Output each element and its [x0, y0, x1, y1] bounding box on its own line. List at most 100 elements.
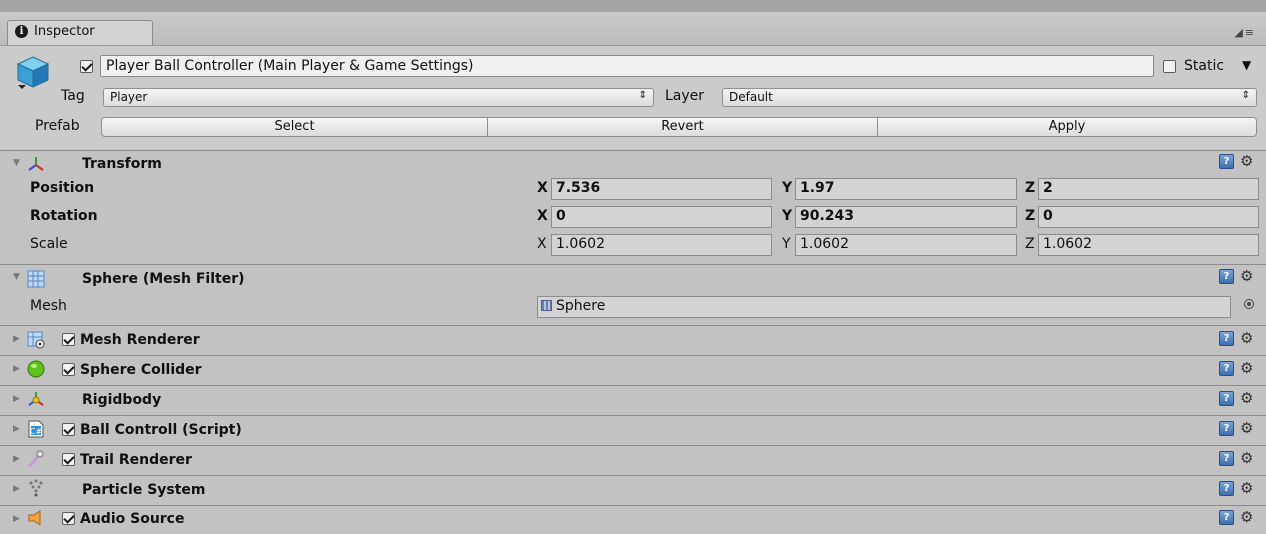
rotation-label: Rotation: [30, 208, 98, 224]
prefab-select-button[interactable]: Select: [101, 117, 488, 137]
foldout-expanded-icon[interactable]: ▼: [13, 158, 20, 168]
gear-icon[interactable]: ⚙: [1240, 451, 1253, 466]
component-enabled-checkbox[interactable]: [62, 333, 75, 346]
tag-label: Tag: [61, 88, 85, 104]
tab-strip: [0, 12, 1266, 46]
help-icon[interactable]: ?: [1219, 481, 1234, 496]
position-label: Position: [30, 180, 95, 196]
mesh-filter-icon: [27, 270, 45, 288]
component-particle-system[interactable]: ▶ Particle System ? ⚙: [0, 476, 1266, 504]
prefab-label: Prefab: [35, 118, 80, 134]
component-ball-controll-script[interactable]: ▶ C# Ball Controll (Script) ? ⚙: [0, 416, 1266, 444]
foldout-expanded-icon[interactable]: ▼: [13, 272, 20, 282]
mesh-label: Mesh: [30, 298, 67, 314]
position-x-field[interactable]: 7.536: [551, 178, 772, 200]
mesh-renderer-icon: [27, 331, 45, 349]
help-icon[interactable]: ?: [1219, 269, 1234, 284]
gear-icon[interactable]: ⚙: [1240, 421, 1253, 436]
component-title: Trail Renderer: [80, 452, 192, 468]
active-checkbox[interactable]: [80, 60, 93, 73]
component-transform[interactable]: ▼ Transform ? ⚙: [0, 151, 1266, 179]
component-title: Particle System: [82, 482, 206, 498]
help-icon[interactable]: ?: [1219, 510, 1234, 525]
tag-dropdown[interactable]: Player ⇕: [103, 88, 654, 107]
position-y-field[interactable]: 1.97: [795, 178, 1017, 200]
object-name-field[interactable]: Player Ball Controller (Main Player & Ga…: [100, 55, 1154, 77]
gameobject-cube-icon: [16, 56, 50, 89]
rotation-x-field[interactable]: 0: [551, 206, 772, 228]
component-rigidbody[interactable]: ▶ Rigidbody ? ⚙: [0, 386, 1266, 414]
component-trail-renderer[interactable]: ▶ Trail Renderer ? ⚙: [0, 446, 1266, 474]
foldout-collapsed-icon[interactable]: ▶: [13, 484, 20, 494]
static-dropdown-icon[interactable]: ▼: [1242, 58, 1251, 72]
component-mesh-renderer[interactable]: ▶ Mesh Renderer ? ⚙: [0, 326, 1266, 354]
axis-y-label[interactable]: Y: [782, 236, 791, 252]
particle-system-icon: [29, 479, 43, 497]
axis-y-label[interactable]: Y: [782, 180, 792, 196]
axis-x-label[interactable]: X: [537, 180, 548, 196]
foldout-collapsed-icon[interactable]: ▶: [13, 334, 20, 344]
trail-renderer-icon: [28, 450, 44, 468]
gear-icon[interactable]: ⚙: [1240, 269, 1253, 284]
component-title: Sphere (Mesh Filter): [82, 271, 245, 287]
rotation-y-field[interactable]: 90.243: [795, 206, 1017, 228]
static-checkbox[interactable]: [1163, 60, 1176, 73]
layer-label: Layer: [665, 88, 705, 104]
gear-icon[interactable]: ⚙: [1240, 391, 1253, 406]
sphere-collider-icon: [27, 360, 45, 378]
help-icon[interactable]: ?: [1219, 451, 1234, 466]
svg-text:C#: C#: [30, 427, 43, 436]
rotation-z-field[interactable]: 0: [1038, 206, 1259, 228]
component-title: Sphere Collider: [80, 362, 202, 378]
gear-icon[interactable]: ⚙: [1240, 361, 1253, 376]
help-icon[interactable]: ?: [1219, 391, 1234, 406]
component-sphere-collider[interactable]: ▶ Sphere Collider ? ⚙: [0, 356, 1266, 384]
gear-icon[interactable]: ⚙: [1240, 510, 1253, 525]
dropdown-arrows-icon: ⇕: [638, 90, 647, 101]
component-enabled-checkbox[interactable]: [62, 512, 75, 525]
foldout-collapsed-icon[interactable]: ▶: [13, 514, 20, 524]
gear-icon[interactable]: ⚙: [1240, 154, 1253, 169]
axis-z-label[interactable]: Z: [1025, 180, 1035, 196]
foldout-collapsed-icon[interactable]: ▶: [13, 454, 20, 464]
prefab-apply-button[interactable]: Apply: [877, 117, 1257, 137]
axis-x-label[interactable]: X: [537, 236, 547, 252]
help-icon[interactable]: ?: [1219, 331, 1234, 346]
tab-inspector[interactable]: i Inspector: [7, 20, 153, 45]
component-enabled-checkbox[interactable]: [62, 453, 75, 466]
tag-value: Player: [110, 90, 148, 104]
component-enabled-checkbox[interactable]: [62, 363, 75, 376]
gear-icon[interactable]: ⚙: [1240, 331, 1253, 346]
transform-icon: [28, 157, 44, 171]
help-icon[interactable]: ?: [1219, 361, 1234, 376]
position-z-field[interactable]: 2: [1038, 178, 1259, 200]
gear-icon[interactable]: ⚙: [1240, 481, 1253, 496]
mesh-object-field[interactable]: Sphere: [537, 296, 1231, 318]
scale-z-field[interactable]: 1.0602: [1038, 234, 1259, 256]
component-title: Audio Source: [80, 511, 185, 527]
foldout-collapsed-icon[interactable]: ▶: [13, 364, 20, 374]
scale-y-field[interactable]: 1.0602: [795, 234, 1017, 256]
scale-x-field[interactable]: 1.0602: [551, 234, 772, 256]
axis-z-label[interactable]: Z: [1025, 236, 1035, 252]
help-icon[interactable]: ?: [1219, 154, 1234, 169]
static-label: Static: [1184, 58, 1225, 74]
component-title: Rigidbody: [82, 392, 162, 408]
component-audio-source[interactable]: ▶ Audio Source ? ⚙: [0, 506, 1266, 534]
foldout-collapsed-icon[interactable]: ▶: [13, 394, 20, 404]
audio-source-icon: [28, 510, 41, 526]
scale-label: Scale: [30, 236, 68, 252]
axis-z-label[interactable]: Z: [1025, 208, 1035, 224]
mesh-icon: [541, 300, 552, 311]
lock-icon[interactable]: ◢: [1234, 26, 1244, 39]
foldout-collapsed-icon[interactable]: ▶: [13, 424, 20, 434]
axis-x-label[interactable]: X: [537, 208, 548, 224]
axis-y-label[interactable]: Y: [782, 208, 792, 224]
help-icon[interactable]: ?: [1219, 421, 1234, 436]
component-mesh-filter[interactable]: ▼ Sphere (Mesh Filter) ? ⚙: [0, 265, 1266, 293]
object-picker-icon[interactable]: [1244, 299, 1254, 309]
tab-menu-icon[interactable]: ≡: [1245, 26, 1256, 39]
layer-dropdown[interactable]: Default ⇕: [722, 88, 1257, 107]
component-enabled-checkbox[interactable]: [62, 423, 75, 436]
prefab-revert-button[interactable]: Revert: [487, 117, 878, 137]
